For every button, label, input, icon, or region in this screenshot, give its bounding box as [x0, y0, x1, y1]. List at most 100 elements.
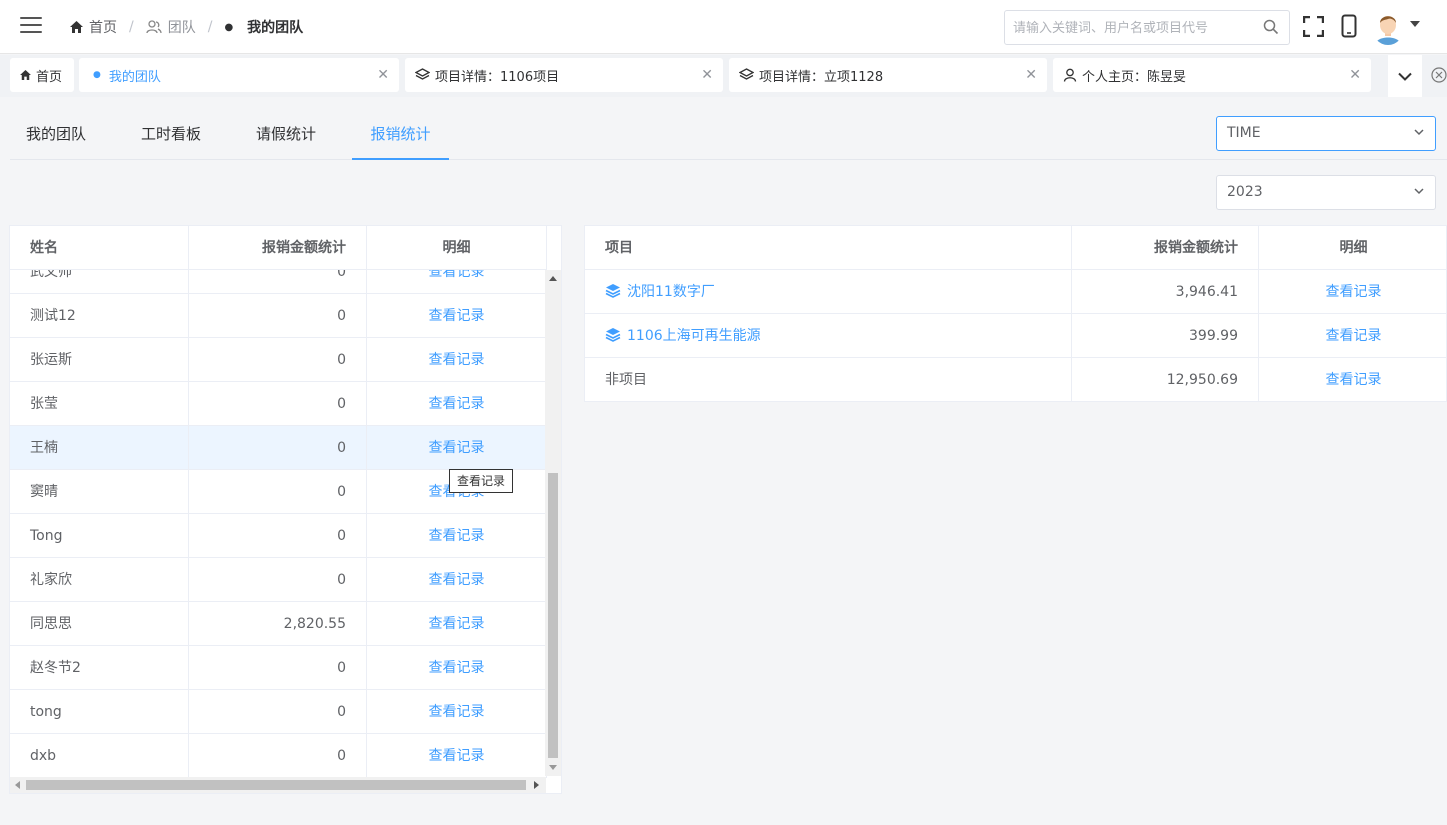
project-name: 沈阳11数字厂: [627, 284, 715, 300]
dot-icon: ●: [224, 21, 234, 33]
table-row: dxb 0 查看记录: [10, 734, 547, 778]
tag-personal-page[interactable]: 个人主页：陈昱旻 ✕: [1053, 58, 1371, 92]
project-link[interactable]: 1106上海可再生能源: [605, 328, 761, 344]
view-records-link[interactable]: 查看记录: [429, 270, 485, 280]
scroll-down-icon[interactable]: [549, 765, 557, 771]
column-header-detail: 明细: [367, 226, 547, 270]
breadcrumb-team[interactable]: 团队: [146, 17, 196, 37]
close-icon[interactable]: ✕: [377, 67, 389, 83]
tab-hours-board[interactable]: 工时看板: [141, 112, 201, 159]
home-icon: [20, 70, 31, 80]
dot-icon: ●: [93, 70, 101, 80]
view-records-link[interactable]: 查看记录: [429, 396, 485, 412]
member-name: tong: [10, 690, 189, 734]
breadcrumb-team-label: 团队: [167, 20, 196, 36]
view-records-link[interactable]: 查看记录: [429, 704, 485, 720]
view-records-link[interactable]: 查看记录: [1326, 284, 1382, 300]
member-reimbursement-table: 姓名 报销金额统计 明细 武文帅 0 查看记录 测试12 0 查看记录 张运斯 0 查看记录 张莹…: [9, 225, 562, 794]
view-records-link[interactable]: 查看记录: [429, 616, 485, 632]
vertical-scroll-thumb[interactable]: [548, 473, 558, 758]
amount-value: 3,946.41: [1072, 270, 1259, 314]
close-icon[interactable]: ✕: [1349, 67, 1361, 83]
table-row: 礼家欣 0 查看记录: [10, 558, 547, 602]
amount-value: 0: [189, 734, 367, 778]
amount-value: 0: [189, 382, 367, 426]
amount-value: 399.99: [1072, 314, 1259, 358]
view-records-link[interactable]: 查看记录: [429, 660, 485, 676]
user-icon: [1063, 68, 1077, 82]
menu-toggle-icon[interactable]: [20, 17, 42, 37]
amount-value: 0: [189, 470, 367, 514]
tab-reimbursement-stats[interactable]: 报销统计: [352, 112, 449, 160]
breadcrumb-home[interactable]: 首页: [70, 17, 117, 37]
view-records-link[interactable]: 查看记录: [1326, 372, 1382, 388]
detail-cell: 查看记录: [1259, 358, 1446, 401]
member-name: dxb: [10, 734, 189, 778]
column-header-amount: 报销金额统计: [1072, 226, 1259, 270]
view-records-link[interactable]: 查看记录: [429, 352, 485, 368]
search-icon[interactable]: [1263, 19, 1279, 35]
project-cell: 沈阳11数字厂: [585, 270, 1072, 314]
detail-cell: 查看记录: [367, 426, 547, 470]
tags-more-button[interactable]: [1388, 55, 1422, 97]
view-records-link[interactable]: 查看记录: [429, 748, 485, 764]
mobile-icon[interactable]: [1341, 14, 1357, 38]
project-name: 非项目: [585, 358, 1072, 401]
member-name: 赵冬节2: [10, 646, 189, 690]
project-link[interactable]: 沈阳11数字厂: [605, 284, 715, 300]
vertical-scrollbar[interactable]: [545, 270, 561, 776]
tag-home[interactable]: 首页: [10, 58, 74, 92]
year-select[interactable]: 2023: [1216, 175, 1436, 210]
table-row: 张运斯 0 查看记录: [10, 338, 547, 382]
fullscreen-icon[interactable]: [1303, 16, 1324, 37]
breadcrumb-home-label: 首页: [89, 20, 117, 36]
table-row: 赵冬节2 0 查看记录: [10, 646, 547, 690]
table-row: 张莹 0 查看记录: [10, 382, 547, 426]
tab-leave-stats[interactable]: 请假统计: [256, 112, 316, 159]
year-select-value: 2023: [1227, 184, 1263, 200]
detail-cell: 查看记录: [367, 558, 547, 602]
close-icon[interactable]: ✕: [1025, 67, 1037, 83]
tooltip: 查看记录: [449, 469, 514, 493]
mode-select[interactable]: TIME: [1216, 116, 1436, 151]
tag-personal-page-label: 个人主页：陈昱旻: [1082, 69, 1187, 85]
view-records-link[interactable]: 查看记录: [429, 572, 485, 588]
horizontal-scroll-thumb[interactable]: [26, 780, 526, 790]
project-cell: 1106上海可再生能源: [585, 314, 1072, 358]
global-search[interactable]: [1004, 10, 1290, 45]
horizontal-scrollbar[interactable]: [10, 777, 546, 793]
member-name: 同思思: [10, 602, 189, 646]
scroll-left-icon[interactable]: [14, 781, 20, 789]
tab-my-team[interactable]: 我的团队: [26, 112, 86, 159]
amount-value: 0: [189, 646, 367, 690]
table-row: Tong 0 查看记录: [10, 514, 547, 558]
view-records-link[interactable]: 查看记录: [429, 528, 485, 544]
search-input[interactable]: [1013, 18, 1253, 38]
column-header-name: 姓名: [10, 226, 189, 270]
tag-my-team[interactable]: ● 我的团队 ✕: [79, 58, 399, 92]
view-records-link[interactable]: 查看记录: [429, 308, 485, 324]
layers-icon: [605, 328, 621, 342]
amount-value: 0: [189, 270, 367, 294]
view-records-link[interactable]: 查看记录: [429, 440, 485, 456]
detail-cell: 查看记录: [367, 514, 547, 558]
detail-cell: 查看记录: [367, 338, 547, 382]
close-all-icon[interactable]: [1431, 67, 1447, 83]
close-icon[interactable]: ✕: [701, 67, 713, 83]
tag-project-1106[interactable]: 项目详情：1106项目 ✕: [405, 58, 723, 92]
table-row: 非项目 12,950.69 查看记录: [585, 358, 1446, 401]
member-name: 张运斯: [10, 338, 189, 382]
avatar[interactable]: [1372, 11, 1404, 45]
scroll-right-icon[interactable]: [534, 781, 540, 789]
home-icon: [70, 21, 83, 33]
detail-cell: 查看记录: [1259, 314, 1446, 358]
table-body: 武文帅 0 查看记录 测试12 0 查看记录 张运斯 0 查看记录 张莹 0 查看记录 王楠 0 查看记录窦…: [10, 270, 547, 778]
tag-project-1128[interactable]: 项目详情：立项1128 ✕: [729, 58, 1047, 92]
tag-home-label: 首页: [36, 69, 63, 85]
amount-value: 0: [189, 558, 367, 602]
detail-cell: 查看记录: [367, 646, 547, 690]
member-name: 王楠: [10, 426, 189, 470]
view-records-link[interactable]: 查看记录: [1326, 328, 1382, 344]
user-menu-caret-icon[interactable]: [1410, 21, 1420, 27]
scroll-up-icon[interactable]: [549, 275, 557, 281]
